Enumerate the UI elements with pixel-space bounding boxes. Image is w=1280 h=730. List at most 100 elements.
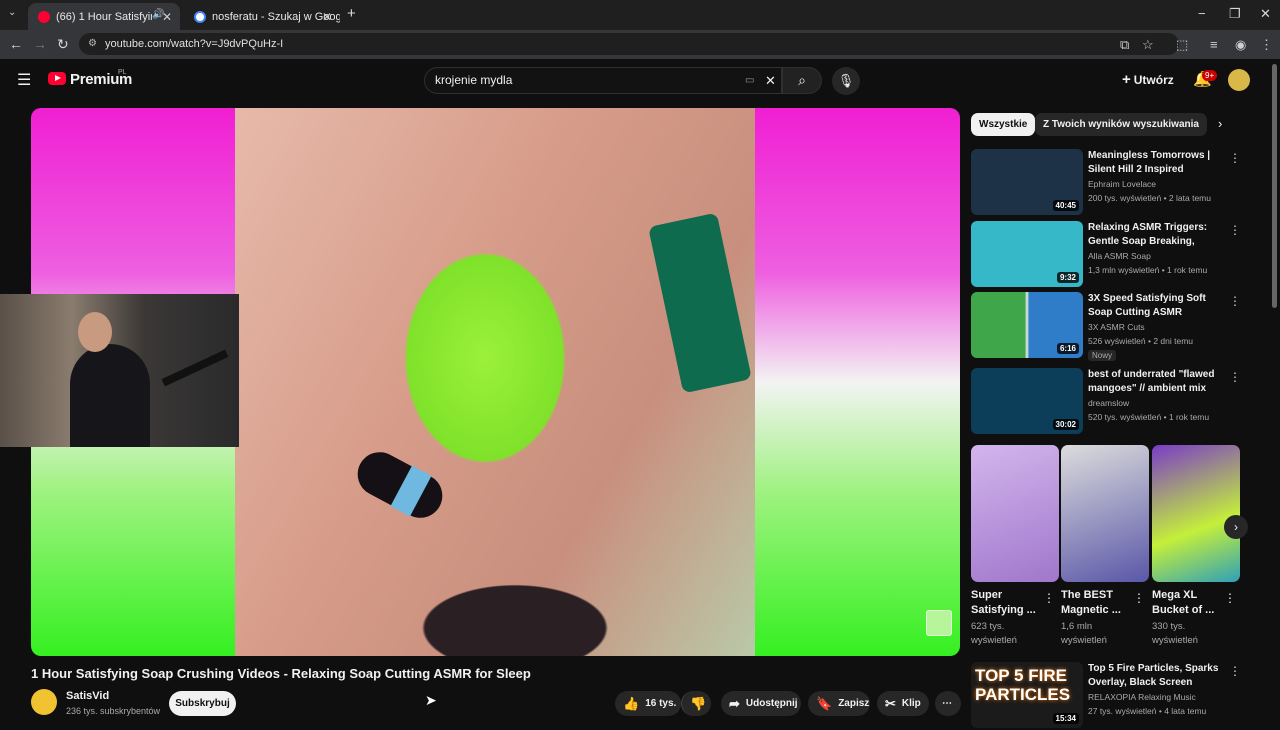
- more-options-icon[interactable]: ⋮: [1229, 370, 1241, 384]
- more-options-icon[interactable]: ⋮: [1229, 151, 1241, 165]
- more-options-icon[interactable]: ⋮: [1229, 294, 1241, 308]
- rec-channel[interactable]: RELAXOPIA Relaxing Music: [1088, 692, 1196, 702]
- clear-search-icon[interactable]: ✕: [765, 68, 776, 93]
- create-button[interactable]: + Utwórz: [1122, 71, 1174, 88]
- recommendation-item[interactable]: 40:45 Meaningless Tomorrows | Silent Hil…: [971, 149, 1241, 217]
- video-thumbnail[interactable]: 40:45: [971, 149, 1083, 215]
- forward-icon[interactable]: →: [33, 36, 47, 52]
- like-count: 16 tys.: [645, 698, 677, 709]
- media-controls-icon[interactable]: ≡: [1210, 37, 1218, 52]
- rec-channel[interactable]: Alla ASMR Soap: [1088, 251, 1151, 261]
- rec-channel[interactable]: 3X ASMR Cuts: [1088, 322, 1145, 332]
- rec-title[interactable]: Top 5 Fire Particles, Sparks Overlay, Bl…: [1088, 662, 1226, 690]
- channel-name[interactable]: SatisVid: [66, 690, 109, 702]
- tab-search-icon[interactable]: ⌄: [8, 7, 16, 18]
- video-thumbnail[interactable]: 9:32: [971, 221, 1083, 287]
- more-options-icon[interactable]: ⋮: [1043, 591, 1055, 605]
- youtube-logo-icon[interactable]: [48, 72, 66, 85]
- recommendation-item[interactable]: 9:32 Relaxing ASMR Triggers: Gentle Soap…: [971, 221, 1241, 289]
- bookmark-star-icon[interactable]: ☆: [1142, 37, 1154, 53]
- address-bar-row: ← → ↻ ⚙ youtube.com/watch?v=J9dvPQuHz-I …: [0, 30, 1280, 59]
- more-options-icon[interactable]: ⋮: [1229, 664, 1241, 678]
- rec-title[interactable]: Relaxing ASMR Triggers: Gentle Soap Brea…: [1088, 221, 1226, 249]
- shorts-title[interactable]: The BEST Magnetic ...: [1061, 588, 1133, 618]
- save-button[interactable]: 🔖 Zapisz: [808, 691, 870, 716]
- hamburger-menu-icon[interactable]: ☰: [17, 70, 31, 90]
- reload-icon[interactable]: ↻: [57, 36, 69, 53]
- recommendation-item[interactable]: 6:16 3X Speed Satisfying Soft Soap Cutti…: [971, 292, 1241, 361]
- install-icon[interactable]: ⧉: [1120, 37, 1129, 53]
- clip-button[interactable]: ✂ Klip: [877, 691, 929, 716]
- video-thumbnail[interactable]: 30:02: [971, 368, 1083, 434]
- chip-from-search[interactable]: Z Twoich wyników wyszukiwania: [1035, 113, 1207, 136]
- plus-icon: +: [1122, 71, 1131, 88]
- recommendation-item[interactable]: 30:02 best of underrated "flawed mangoes…: [971, 368, 1241, 436]
- shorts-item[interactable]: Super Satisfying ... 623 tys. wyświetleń…: [971, 445, 1059, 648]
- video-frame[interactable]: [235, 108, 755, 656]
- shorts-title[interactable]: Mega XL Bucket of ...: [1152, 588, 1224, 618]
- video-thumbnail[interactable]: 6:16: [971, 292, 1083, 358]
- google-favicon-icon: [194, 10, 206, 23]
- new-badge: Nowy: [1088, 350, 1117, 361]
- chip-next-icon[interactable]: ›: [1218, 116, 1222, 131]
- rec-meta: 526 wyświetleń • 2 dni temu: [1088, 336, 1194, 346]
- share-button[interactable]: ➦ Udostępnij: [721, 691, 801, 716]
- more-options-icon[interactable]: ⋮: [1229, 223, 1241, 237]
- video-thumbnail[interactable]: TOP 5 FIRE PARTICLES 15:34: [971, 662, 1083, 728]
- subscribe-button[interactable]: Subskrybuj: [169, 691, 236, 716]
- rec-title[interactable]: best of underrated "flawed mangoes" // a…: [1088, 368, 1226, 396]
- like-button[interactable]: 👍 16 tys.: [615, 691, 681, 716]
- shorts-thumbnail[interactable]: [1061, 445, 1149, 582]
- mic-arm: [161, 349, 229, 387]
- chip-all[interactable]: Wszystkie: [971, 113, 1036, 136]
- more-actions-button[interactable]: ⋯: [935, 691, 961, 716]
- shorts-views: 330 tys. wyświetleń: [1152, 621, 1198, 646]
- tab-google[interactable]: nosferatu - Szukaj w Google ✕: [184, 3, 340, 30]
- shorts-item[interactable]: The BEST Magnetic ... 1,6 mln wyświetleń…: [1061, 445, 1149, 648]
- minimize-icon[interactable]: −: [1198, 6, 1206, 21]
- channel-avatar[interactable]: [31, 689, 57, 715]
- browser-menu-icon[interactable]: ⋮: [1260, 37, 1273, 53]
- shorts-thumbnail[interactable]: [1152, 445, 1240, 582]
- subscriber-count: 236 tys. subskrybentów: [66, 706, 161, 716]
- search-input[interactable]: krojenie mydla ▭ ✕: [424, 67, 782, 94]
- close-window-icon[interactable]: ✕: [1260, 6, 1271, 22]
- site-info-icon[interactable]: ⚙: [88, 33, 97, 55]
- search-button[interactable]: ⌕: [782, 67, 822, 94]
- page-scrollbar[interactable]: [1272, 64, 1277, 308]
- shorts-item[interactable]: Mega XL Bucket of ... 330 tys. wyświetle…: [1152, 445, 1240, 648]
- rec-title[interactable]: 3X Speed Satisfying Soft Soap Cutting AS…: [1088, 292, 1226, 320]
- rec-channel[interactable]: Ephraim Lovelace: [1088, 179, 1156, 189]
- extensions-icon[interactable]: ⬚: [1176, 37, 1188, 53]
- shorts-thumbnail[interactable]: [971, 445, 1059, 582]
- dislike-button[interactable]: 👎: [681, 691, 711, 716]
- profile-icon[interactable]: ◉: [1235, 37, 1246, 53]
- more-options-icon[interactable]: ⋮: [1133, 591, 1145, 605]
- fingernail-shape: [349, 444, 451, 526]
- channel-watermark-icon[interactable]: [926, 610, 952, 636]
- microphone-icon: 🎙: [837, 73, 855, 88]
- close-tab-icon[interactable]: ✕: [322, 10, 332, 24]
- rec-title[interactable]: Meaningless Tomorrows | Silent Hill 2 In…: [1088, 149, 1226, 177]
- thumbs-up-icon: 👍: [623, 696, 640, 711]
- shorts-views: 1,6 mln wyświetleń: [1061, 621, 1107, 646]
- keyboard-icon[interactable]: ▭: [745, 68, 754, 93]
- user-avatar[interactable]: [1228, 69, 1250, 91]
- url-field[interactable]: ⚙ youtube.com/watch?v=J9dvPQuHz-I: [79, 33, 1179, 55]
- restore-icon[interactable]: ❐: [1229, 6, 1241, 22]
- voice-search-button[interactable]: 🎙: [832, 67, 860, 95]
- duration-badge: 9:32: [1056, 272, 1079, 283]
- youtube-header: ☰ Premium PL krojenie mydla ▭ ✕ ⌕ 🎙 + Utw…: [0, 59, 1280, 103]
- shorts-next-button[interactable]: ›: [1224, 515, 1248, 539]
- tab-title: nosferatu - Szukaj w Google: [212, 10, 340, 23]
- new-tab-icon[interactable]: +: [347, 5, 356, 22]
- more-options-icon[interactable]: ⋮: [1224, 591, 1236, 605]
- close-tab-icon[interactable]: ✕: [162, 10, 172, 24]
- back-icon[interactable]: ←: [9, 36, 23, 52]
- rec-meta: 200 tys. wyświetleń • 2 lata temu: [1088, 193, 1211, 203]
- tab-youtube[interactable]: (66) 1 Hour Satisfying Soap 🔊 ✕: [28, 3, 180, 30]
- url-text: youtube.com/watch?v=J9dvPQuHz-I: [105, 38, 284, 50]
- browser-tab-bar: ⌄ (66) 1 Hour Satisfying Soap 🔊 ✕ nosfer…: [0, 0, 1280, 30]
- shorts-title[interactable]: Super Satisfying ...: [971, 588, 1043, 618]
- rec-channel[interactable]: dreamslow: [1088, 398, 1129, 408]
